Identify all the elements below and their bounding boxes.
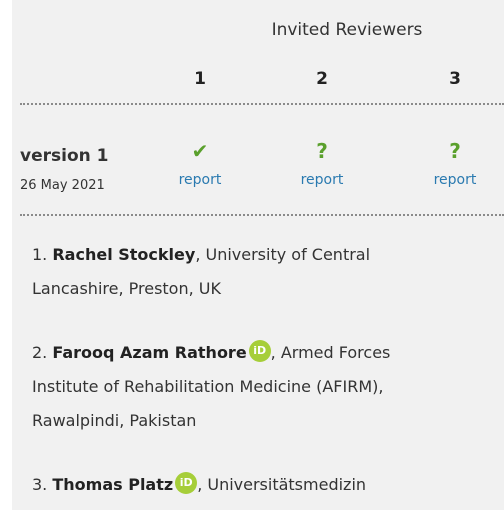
orcid-icon[interactable]: iD	[175, 472, 198, 494]
reviewer-affiliation: Rawalpindi, Pakistan	[32, 411, 197, 430]
reviewer-name: Rachel Stockley	[52, 245, 196, 264]
reviewer-status-panel: Invited Reviewers 1 2 3 version 1 26 May…	[12, 0, 504, 510]
reviewer-number: 2.	[32, 343, 48, 362]
reviewer-item-1: 1. Rachel Stockley, University of Centra…	[32, 238, 502, 306]
reviewer-column-1: 1	[194, 69, 206, 89]
invited-reviewers-heading: Invited Reviewers	[271, 20, 423, 40]
version-date: 26 May 2021	[20, 178, 105, 193]
reviewer-affiliation: Institute of Rehabilitation Medicine (AF…	[32, 377, 384, 396]
report-link-3[interactable]: report	[420, 172, 490, 188]
reviewer-column-3: 3	[449, 69, 461, 89]
checkmark-icon: ✔	[191, 139, 209, 163]
reviewer-affiliation: Lancashire, Preston, UK	[32, 279, 221, 298]
reviewer-item-3: 3. Thomas Platz iD, Universitätsmedizin	[32, 468, 502, 502]
reviewer-item-2: 2. Farooq Azam Rathore iD, Armed Forces I…	[32, 336, 502, 438]
divider	[20, 214, 504, 216]
question-icon: ?	[449, 139, 461, 163]
reviewer-number: 3.	[32, 475, 48, 494]
reviewer-number: 1.	[32, 245, 48, 264]
orcid-icon[interactable]: iD	[248, 340, 271, 362]
report-link-1[interactable]: report	[165, 172, 235, 188]
reviewer-name: Farooq Azam Rathore	[52, 343, 247, 362]
version-label: version 1	[20, 146, 109, 166]
reviewer-affiliation: , University of Central	[195, 245, 371, 264]
report-link-2[interactable]: report	[287, 172, 357, 188]
reviewer-name: Thomas Platz	[52, 475, 174, 494]
reviewer-affiliation: , Universitätsmedizin	[197, 475, 367, 494]
divider	[20, 103, 504, 105]
reviewer-column-2: 2	[316, 69, 328, 89]
reviewer-affiliation: , Armed Forces	[270, 343, 391, 362]
question-icon: ?	[316, 139, 328, 163]
